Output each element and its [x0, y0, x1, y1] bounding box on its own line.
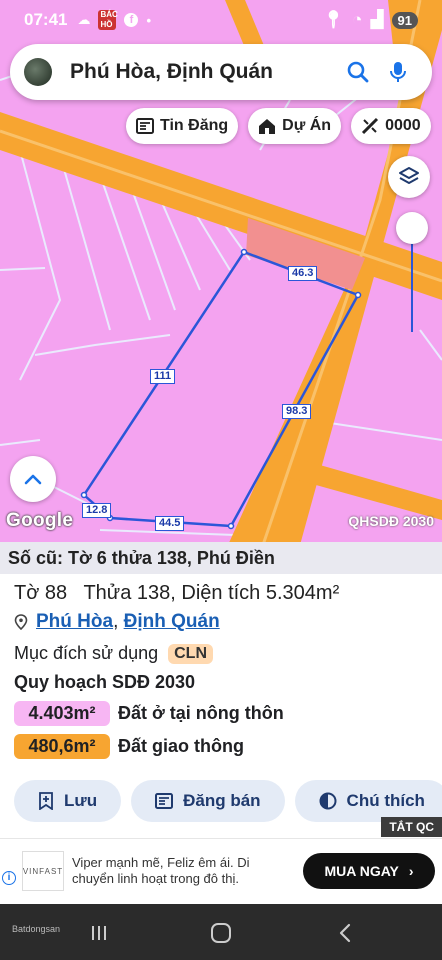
opacity-slider-knob[interactable] [396, 212, 428, 244]
dimension-label: 12.8 [82, 503, 112, 518]
map-layer-label: QHSDĐ 2030 [348, 513, 434, 529]
cloud-icon: ☁ [77, 12, 91, 27]
post-for-sale-label: Đăng bán [183, 791, 261, 810]
action-buttons: Lưu Đăng bán Chú thích [14, 780, 442, 822]
post-for-sale-button[interactable]: Đăng bán [131, 780, 285, 822]
location-pin-icon [14, 614, 28, 630]
home-button[interactable] [206, 918, 236, 948]
location-icon: 📍︎ [322, 10, 345, 29]
purpose-code-badge: CLN [168, 643, 214, 664]
land-use-row: 4.403m² Đất ở tại nông thôn [0, 693, 442, 726]
dot-icon: • [146, 12, 152, 28]
land-use-row: 480,6m² Đất giao thông [0, 726, 442, 759]
ad-cta-button[interactable]: MUA NGAY › [303, 853, 435, 889]
ad-cta-label: MUA NGAY [324, 863, 399, 879]
location-row: Phú Hòa, Định Quán [0, 605, 442, 633]
sheet-number: Tờ 88 [14, 582, 68, 604]
chevron-up-icon [24, 474, 42, 485]
dimension-label: 98.3 [282, 404, 312, 419]
back-button[interactable] [330, 918, 360, 948]
search-input[interactable]: Phú Hòa, Định Quán [70, 60, 338, 84]
recent-apps-icon [92, 926, 106, 940]
land-use-area: 4.403m² [14, 701, 110, 726]
search-icon[interactable] [338, 52, 378, 92]
save-button[interactable]: Lưu [14, 780, 122, 822]
map-view[interactable]: 07:41 ☁ BÁC HỒ f • 📍︎ ◔ ▟ 91 Phú Hòa, Đị… [0, 0, 442, 545]
parcel-info-panel: Số cũ: Tờ 6 thửa 138, Phú Điền Tờ 88 Thử… [0, 542, 442, 838]
layers-button[interactable] [388, 156, 430, 198]
avatar[interactable] [24, 58, 52, 86]
parcel-summary: Tờ 88 Thửa 138, Diện tích 5.304m² [14, 582, 340, 604]
microphone-icon[interactable] [378, 52, 418, 92]
chip-tin-dang[interactable]: Tin Đăng [126, 108, 239, 144]
system-nav-bar: Batdongsan [0, 904, 442, 960]
clock: 07:41 [24, 10, 68, 29]
search-bar[interactable]: Phú Hòa, Định Quán [10, 44, 432, 100]
old-parcel-info: Số cũ: Tờ 6 thửa 138, Phú Điền [0, 542, 442, 574]
brand-watermark: Batdongsan [12, 924, 61, 934]
area-label: Diện tích [181, 582, 261, 604]
district-link[interactable]: Định Quán [124, 611, 220, 633]
purpose-label: Mục đích sử dụng [14, 643, 159, 663]
ruler-icon [362, 117, 379, 135]
ward-link[interactable]: Phú Hòa [36, 611, 113, 633]
recent-apps-button[interactable] [84, 918, 114, 948]
legend-label: Chú thích [346, 791, 425, 810]
ad-info-icon[interactable]: i [2, 871, 16, 885]
chip-label: 0000 [385, 117, 421, 134]
ad-text: Viper mạnh mẽ, Feliz êm ái. Di chuyển li… [72, 855, 250, 886]
news-badge-icon: BÁC HỒ [98, 10, 118, 30]
dimension-label: 44.5 [155, 516, 185, 531]
building-icon [259, 118, 276, 134]
plan-title: Quy hoạch SDĐ 2030 [14, 672, 196, 692]
parcel-number: Thửa 138 [83, 582, 171, 604]
home-icon [211, 923, 231, 943]
ad-brand-logo: VINFAST [22, 851, 64, 891]
status-bar: 07:41 ☁ BÁC HỒ f • 📍︎ ◔ ▟ 91 [0, 0, 442, 40]
google-logo: Google [6, 510, 74, 531]
legend-button[interactable]: Chú thích [294, 780, 442, 822]
land-purpose-row: Mục đích sử dụng CLN [0, 633, 442, 664]
close-ad-button[interactable]: TẮT QC [381, 817, 442, 837]
land-use-area: 480,6m² [14, 734, 110, 759]
wifi-icon: ◔ [352, 10, 363, 29]
chip-label: Tin Đăng [160, 117, 229, 134]
post-icon [155, 793, 174, 809]
signal-icon: ▟ [370, 10, 384, 29]
battery-indicator: 91 [391, 11, 418, 29]
contrast-icon [319, 792, 337, 810]
layers-icon [399, 167, 419, 184]
expand-panel-button[interactable] [10, 456, 56, 502]
back-icon [339, 923, 351, 943]
facebook-icon: f [124, 13, 139, 27]
land-use-label: Đất giao thông [118, 736, 244, 756]
dimension-label: 111 [150, 369, 176, 384]
save-label: Lưu [64, 791, 98, 810]
chip-measure[interactable]: 0000 [351, 108, 431, 144]
bookmark-plus-icon [39, 792, 53, 810]
chip-du-an[interactable]: Dự Án [248, 108, 342, 144]
dimension-label: 46.3 [288, 266, 318, 281]
area-value: 5.304m² [265, 582, 340, 604]
filter-chips: Tin Đăng Dự Án 0000 [126, 108, 431, 144]
news-icon [136, 118, 154, 134]
chip-label: Dự Án [282, 117, 332, 134]
land-use-label: Đất ở tại nông thôn [118, 703, 284, 723]
ad-banner[interactable]: TẮT QC i VINFAST Viper mạnh mẽ, Feliz êm… [0, 817, 442, 904]
chevron-right-icon: › [408, 863, 414, 879]
